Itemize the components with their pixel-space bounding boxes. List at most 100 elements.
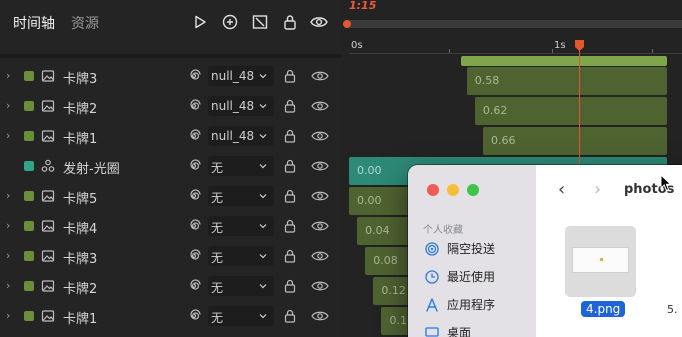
expand-arrow-icon[interactable]: › [6, 219, 10, 232]
parent-select[interactable]: null_48 [208, 126, 274, 146]
spiral-icon[interactable] [187, 99, 201, 113]
layer-clip[interactable]: 0.62 [474, 97, 667, 125]
layer-name[interactable]: 卡牌3 [63, 68, 97, 87]
layer-row[interactable]: › 卡牌1 null_48 [0, 121, 341, 151]
add-circle-icon[interactable] [221, 13, 239, 31]
parent-select[interactable]: 无 [208, 186, 274, 206]
layer-clip[interactable]: 0.58 [466, 67, 667, 95]
zoom-button[interactable] [467, 184, 479, 196]
play-icon[interactable] [191, 13, 209, 31]
tab-timeline[interactable]: 时间轴 [13, 13, 55, 33]
spiral-icon[interactable] [187, 69, 201, 83]
forward-button[interactable]: › [594, 179, 601, 200]
spiral-icon[interactable] [187, 159, 201, 173]
layer-color-swatch[interactable] [24, 71, 34, 81]
sidebar-item-desktop[interactable]: 桌面 [425, 323, 535, 337]
spiral-icon[interactable] [187, 279, 201, 293]
parent-select[interactable]: null_48 [208, 66, 274, 86]
eye-icon[interactable] [311, 250, 329, 262]
eye-icon[interactable] [311, 130, 329, 142]
close-button[interactable] [427, 184, 439, 196]
eye-icon[interactable] [311, 310, 329, 322]
crop-icon[interactable] [251, 13, 269, 31]
eye-icon[interactable] [310, 13, 328, 31]
lock-icon[interactable] [284, 279, 296, 293]
scrub-track[interactable] [347, 20, 682, 28]
layer-row[interactable]: › 卡牌5 无 [0, 181, 341, 211]
lock-icon[interactable] [284, 99, 296, 113]
layer-name[interactable]: 卡牌1 [63, 308, 97, 327]
lock-icon[interactable] [284, 189, 296, 203]
image-preview [572, 247, 629, 273]
expand-arrow-icon[interactable]: › [6, 129, 10, 142]
expand-arrow-icon[interactable]: › [6, 69, 10, 82]
lock-icon[interactable] [284, 159, 296, 173]
layer-row[interactable]: › 卡牌3 null_48 [0, 61, 341, 91]
spiral-icon[interactable] [187, 309, 201, 323]
sidebar-item-applications[interactable]: 应用程序 [425, 295, 535, 315]
layer-color-swatch[interactable] [24, 281, 34, 291]
layer-color-swatch[interactable] [24, 311, 34, 321]
layer-name[interactable]: 卡牌2 [63, 98, 97, 117]
expand-arrow-icon[interactable]: › [6, 279, 10, 292]
expand-arrow-icon[interactable]: › [6, 249, 10, 262]
spiral-icon[interactable] [187, 129, 201, 143]
expand-arrow-icon[interactable]: › [6, 99, 10, 112]
lock-icon[interactable] [284, 249, 296, 263]
eye-icon[interactable] [311, 220, 329, 232]
parent-select[interactable]: 无 [208, 306, 274, 326]
scrub-handle[interactable] [343, 20, 351, 28]
eye-icon[interactable] [311, 70, 329, 82]
layer-row[interactable]: › 卡牌1 无 [0, 301, 341, 331]
file-thumbnail[interactable] [565, 226, 636, 297]
eye-icon[interactable] [311, 190, 329, 202]
layer-name[interactable]: 卡牌4 [63, 218, 97, 237]
sidebar-item-recents[interactable]: 最近使用 [425, 267, 535, 287]
eye-icon[interactable] [311, 280, 329, 292]
layer-name[interactable]: 卡牌5 [63, 188, 97, 207]
sidebar-item-airdrop[interactable]: 隔空投送 [425, 239, 535, 259]
lock-icon[interactable] [281, 13, 299, 31]
layer-name[interactable]: 发射-光圈 [63, 158, 120, 177]
spiral-icon[interactable] [187, 189, 201, 203]
layer-row[interactable]: › 卡牌4 无 [0, 211, 341, 241]
parent-select[interactable]: 无 [208, 276, 274, 296]
spiral-icon[interactable] [187, 249, 201, 263]
layer-name[interactable]: 卡牌1 [63, 128, 97, 147]
eye-icon[interactable] [311, 100, 329, 112]
file-name[interactable]: 5. [667, 303, 678, 316]
parent-select[interactable]: 无 [208, 156, 274, 176]
parent-select[interactable]: null_48 [208, 96, 274, 116]
layer-color-swatch[interactable] [24, 131, 34, 141]
lock-icon[interactable] [284, 219, 296, 233]
parent-select[interactable]: 无 [208, 216, 274, 236]
layer-color-swatch[interactable] [24, 161, 34, 171]
layer-clip[interactable]: 0.66 [482, 127, 667, 155]
lock-icon[interactable] [284, 69, 296, 83]
layer-row[interactable]: › 卡牌2 无 [0, 271, 341, 301]
layer-name[interactable]: 卡牌3 [63, 248, 97, 267]
lock-icon[interactable] [284, 309, 296, 323]
layer-row[interactable]: 发射-光圈 无 [0, 151, 341, 181]
layer-row[interactable]: › 卡牌3 无 [0, 241, 341, 271]
layer-color-swatch[interactable] [24, 191, 34, 201]
layer-color-swatch[interactable] [24, 101, 34, 111]
minimize-button[interactable] [447, 184, 459, 196]
chevron-down-icon [259, 284, 267, 289]
layer-row[interactable]: › 卡牌2 null_48 [0, 91, 341, 121]
layer-clip[interactable] [460, 56, 667, 66]
layer-color-swatch[interactable] [24, 221, 34, 231]
spiral-icon[interactable] [187, 219, 201, 233]
tab-assets[interactable]: 资源 [71, 13, 99, 33]
time-ruler[interactable]: 0s 1s [349, 38, 682, 54]
layer-color-swatch[interactable] [24, 251, 34, 261]
file-name-selected[interactable]: 4.png [581, 301, 626, 317]
eye-icon[interactable] [311, 160, 329, 172]
back-button[interactable]: ‹ [558, 179, 565, 200]
parent-select[interactable]: 无 [208, 246, 274, 266]
layer-name[interactable]: 卡牌2 [63, 278, 97, 297]
expand-arrow-icon[interactable]: › [6, 189, 10, 202]
image-icon [41, 100, 55, 112]
lock-icon[interactable] [284, 129, 296, 143]
expand-arrow-icon[interactable]: › [6, 309, 10, 322]
